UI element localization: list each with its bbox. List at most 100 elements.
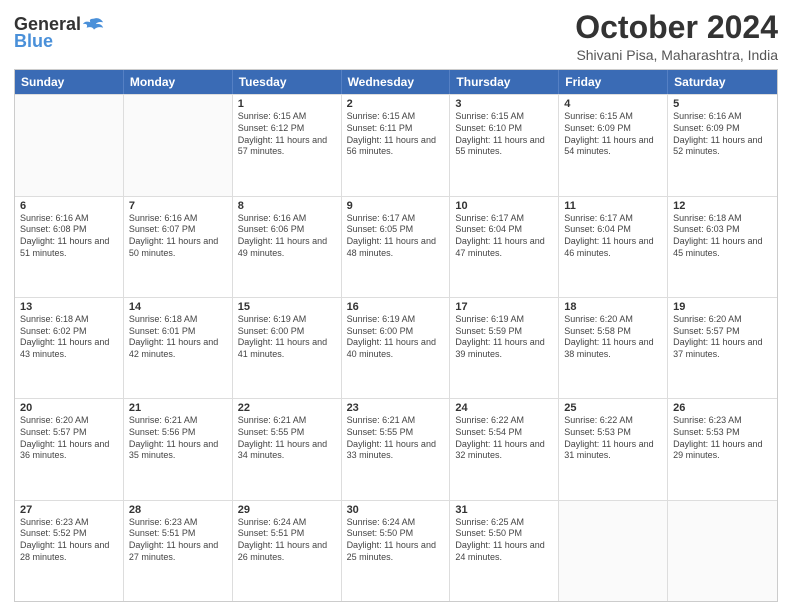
calendar-cell-3-5: 25Sunrise: 6:22 AM Sunset: 5:53 PM Dayli… bbox=[559, 399, 668, 499]
cell-info: Sunrise: 6:17 AM Sunset: 6:04 PM Dayligh… bbox=[564, 213, 662, 260]
cell-info: Sunrise: 6:22 AM Sunset: 5:54 PM Dayligh… bbox=[455, 415, 553, 462]
calendar-cell-3-0: 20Sunrise: 6:20 AM Sunset: 5:57 PM Dayli… bbox=[15, 399, 124, 499]
calendar-body: 1Sunrise: 6:15 AM Sunset: 6:12 PM Daylig… bbox=[15, 94, 777, 601]
day-number: 3 bbox=[455, 98, 553, 110]
day-number: 2 bbox=[347, 98, 445, 110]
day-number: 27 bbox=[20, 504, 118, 516]
cell-info: Sunrise: 6:17 AM Sunset: 6:05 PM Dayligh… bbox=[347, 213, 445, 260]
cell-info: Sunrise: 6:16 AM Sunset: 6:08 PM Dayligh… bbox=[20, 213, 118, 260]
header-day-saturday: Saturday bbox=[668, 70, 777, 94]
calendar-cell-1-3: 9Sunrise: 6:17 AM Sunset: 6:05 PM Daylig… bbox=[342, 197, 451, 297]
header-day-friday: Friday bbox=[559, 70, 668, 94]
calendar-cell-0-6: 5Sunrise: 6:16 AM Sunset: 6:09 PM Daylig… bbox=[668, 95, 777, 195]
location: Shivani Pisa, Maharashtra, India bbox=[575, 47, 778, 63]
calendar-row-2: 13Sunrise: 6:18 AM Sunset: 6:02 PM Dayli… bbox=[15, 297, 777, 398]
cell-info: Sunrise: 6:24 AM Sunset: 5:51 PM Dayligh… bbox=[238, 517, 336, 564]
cell-info: Sunrise: 6:21 AM Sunset: 5:56 PM Dayligh… bbox=[129, 415, 227, 462]
day-number: 1 bbox=[238, 98, 336, 110]
calendar-cell-1-1: 7Sunrise: 6:16 AM Sunset: 6:07 PM Daylig… bbox=[124, 197, 233, 297]
cell-info: Sunrise: 6:21 AM Sunset: 5:55 PM Dayligh… bbox=[238, 415, 336, 462]
cell-info: Sunrise: 6:15 AM Sunset: 6:09 PM Dayligh… bbox=[564, 111, 662, 158]
day-number: 28 bbox=[129, 504, 227, 516]
calendar-row-3: 20Sunrise: 6:20 AM Sunset: 5:57 PM Dayli… bbox=[15, 398, 777, 499]
calendar-header: SundayMondayTuesdayWednesdayThursdayFrid… bbox=[15, 70, 777, 94]
calendar-cell-1-0: 6Sunrise: 6:16 AM Sunset: 6:08 PM Daylig… bbox=[15, 197, 124, 297]
calendar-cell-4-5 bbox=[559, 501, 668, 601]
cell-info: Sunrise: 6:24 AM Sunset: 5:50 PM Dayligh… bbox=[347, 517, 445, 564]
cell-info: Sunrise: 6:19 AM Sunset: 6:00 PM Dayligh… bbox=[238, 314, 336, 361]
day-number: 14 bbox=[129, 301, 227, 313]
logo-bird-icon bbox=[83, 16, 105, 34]
day-number: 5 bbox=[673, 98, 772, 110]
cell-info: Sunrise: 6:16 AM Sunset: 6:09 PM Dayligh… bbox=[673, 111, 772, 158]
calendar-cell-1-5: 11Sunrise: 6:17 AM Sunset: 6:04 PM Dayli… bbox=[559, 197, 668, 297]
calendar-cell-0-3: 2Sunrise: 6:15 AM Sunset: 6:11 PM Daylig… bbox=[342, 95, 451, 195]
cell-info: Sunrise: 6:23 AM Sunset: 5:52 PM Dayligh… bbox=[20, 517, 118, 564]
day-number: 15 bbox=[238, 301, 336, 313]
calendar-cell-3-2: 22Sunrise: 6:21 AM Sunset: 5:55 PM Dayli… bbox=[233, 399, 342, 499]
cell-info: Sunrise: 6:20 AM Sunset: 5:57 PM Dayligh… bbox=[673, 314, 772, 361]
day-number: 8 bbox=[238, 200, 336, 212]
calendar-cell-3-3: 23Sunrise: 6:21 AM Sunset: 5:55 PM Dayli… bbox=[342, 399, 451, 499]
cell-info: Sunrise: 6:15 AM Sunset: 6:12 PM Dayligh… bbox=[238, 111, 336, 158]
cell-info: Sunrise: 6:15 AM Sunset: 6:11 PM Dayligh… bbox=[347, 111, 445, 158]
day-number: 9 bbox=[347, 200, 445, 212]
day-number: 24 bbox=[455, 402, 553, 414]
calendar-cell-4-3: 30Sunrise: 6:24 AM Sunset: 5:50 PM Dayli… bbox=[342, 501, 451, 601]
calendar-row-4: 27Sunrise: 6:23 AM Sunset: 5:52 PM Dayli… bbox=[15, 500, 777, 601]
day-number: 11 bbox=[564, 200, 662, 212]
header-day-monday: Monday bbox=[124, 70, 233, 94]
cell-info: Sunrise: 6:16 AM Sunset: 6:07 PM Dayligh… bbox=[129, 213, 227, 260]
calendar-cell-2-1: 14Sunrise: 6:18 AM Sunset: 6:01 PM Dayli… bbox=[124, 298, 233, 398]
cell-info: Sunrise: 6:23 AM Sunset: 5:53 PM Dayligh… bbox=[673, 415, 772, 462]
day-number: 29 bbox=[238, 504, 336, 516]
cell-info: Sunrise: 6:16 AM Sunset: 6:06 PM Dayligh… bbox=[238, 213, 336, 260]
logo-blue: Blue bbox=[14, 31, 53, 52]
day-number: 30 bbox=[347, 504, 445, 516]
day-number: 12 bbox=[673, 200, 772, 212]
day-number: 4 bbox=[564, 98, 662, 110]
day-number: 25 bbox=[564, 402, 662, 414]
cell-info: Sunrise: 6:17 AM Sunset: 6:04 PM Dayligh… bbox=[455, 213, 553, 260]
day-number: 7 bbox=[129, 200, 227, 212]
calendar-cell-2-5: 18Sunrise: 6:20 AM Sunset: 5:58 PM Dayli… bbox=[559, 298, 668, 398]
day-number: 10 bbox=[455, 200, 553, 212]
day-number: 22 bbox=[238, 402, 336, 414]
calendar-row-1: 6Sunrise: 6:16 AM Sunset: 6:08 PM Daylig… bbox=[15, 196, 777, 297]
calendar-cell-0-5: 4Sunrise: 6:15 AM Sunset: 6:09 PM Daylig… bbox=[559, 95, 668, 195]
day-number: 21 bbox=[129, 402, 227, 414]
calendar-cell-2-0: 13Sunrise: 6:18 AM Sunset: 6:02 PM Dayli… bbox=[15, 298, 124, 398]
cell-info: Sunrise: 6:18 AM Sunset: 6:03 PM Dayligh… bbox=[673, 213, 772, 260]
calendar-cell-1-2: 8Sunrise: 6:16 AM Sunset: 6:06 PM Daylig… bbox=[233, 197, 342, 297]
calendar-cell-1-6: 12Sunrise: 6:18 AM Sunset: 6:03 PM Dayli… bbox=[668, 197, 777, 297]
calendar-cell-4-1: 28Sunrise: 6:23 AM Sunset: 5:51 PM Dayli… bbox=[124, 501, 233, 601]
day-number: 26 bbox=[673, 402, 772, 414]
day-number: 31 bbox=[455, 504, 553, 516]
cell-info: Sunrise: 6:21 AM Sunset: 5:55 PM Dayligh… bbox=[347, 415, 445, 462]
page-container: General Blue October 2024 Shivani Pisa, … bbox=[0, 0, 792, 612]
cell-info: Sunrise: 6:19 AM Sunset: 5:59 PM Dayligh… bbox=[455, 314, 553, 361]
header-day-tuesday: Tuesday bbox=[233, 70, 342, 94]
day-number: 23 bbox=[347, 402, 445, 414]
logo: General Blue bbox=[14, 14, 105, 52]
day-number: 19 bbox=[673, 301, 772, 313]
month-title: October 2024 bbox=[575, 10, 778, 45]
calendar-cell-4-2: 29Sunrise: 6:24 AM Sunset: 5:51 PM Dayli… bbox=[233, 501, 342, 601]
calendar-cell-4-4: 31Sunrise: 6:25 AM Sunset: 5:50 PM Dayli… bbox=[450, 501, 559, 601]
day-number: 18 bbox=[564, 301, 662, 313]
cell-info: Sunrise: 6:18 AM Sunset: 6:02 PM Dayligh… bbox=[20, 314, 118, 361]
calendar-cell-0-4: 3Sunrise: 6:15 AM Sunset: 6:10 PM Daylig… bbox=[450, 95, 559, 195]
calendar: SundayMondayTuesdayWednesdayThursdayFrid… bbox=[14, 69, 778, 602]
cell-info: Sunrise: 6:20 AM Sunset: 5:57 PM Dayligh… bbox=[20, 415, 118, 462]
day-number: 20 bbox=[20, 402, 118, 414]
title-block: October 2024 Shivani Pisa, Maharashtra, … bbox=[575, 10, 778, 63]
calendar-cell-0-0 bbox=[15, 95, 124, 195]
day-number: 13 bbox=[20, 301, 118, 313]
cell-info: Sunrise: 6:20 AM Sunset: 5:58 PM Dayligh… bbox=[564, 314, 662, 361]
cell-info: Sunrise: 6:19 AM Sunset: 6:00 PM Dayligh… bbox=[347, 314, 445, 361]
day-number: 17 bbox=[455, 301, 553, 313]
cell-info: Sunrise: 6:15 AM Sunset: 6:10 PM Dayligh… bbox=[455, 111, 553, 158]
calendar-cell-3-1: 21Sunrise: 6:21 AM Sunset: 5:56 PM Dayli… bbox=[124, 399, 233, 499]
calendar-cell-2-3: 16Sunrise: 6:19 AM Sunset: 6:00 PM Dayli… bbox=[342, 298, 451, 398]
calendar-cell-2-2: 15Sunrise: 6:19 AM Sunset: 6:00 PM Dayli… bbox=[233, 298, 342, 398]
